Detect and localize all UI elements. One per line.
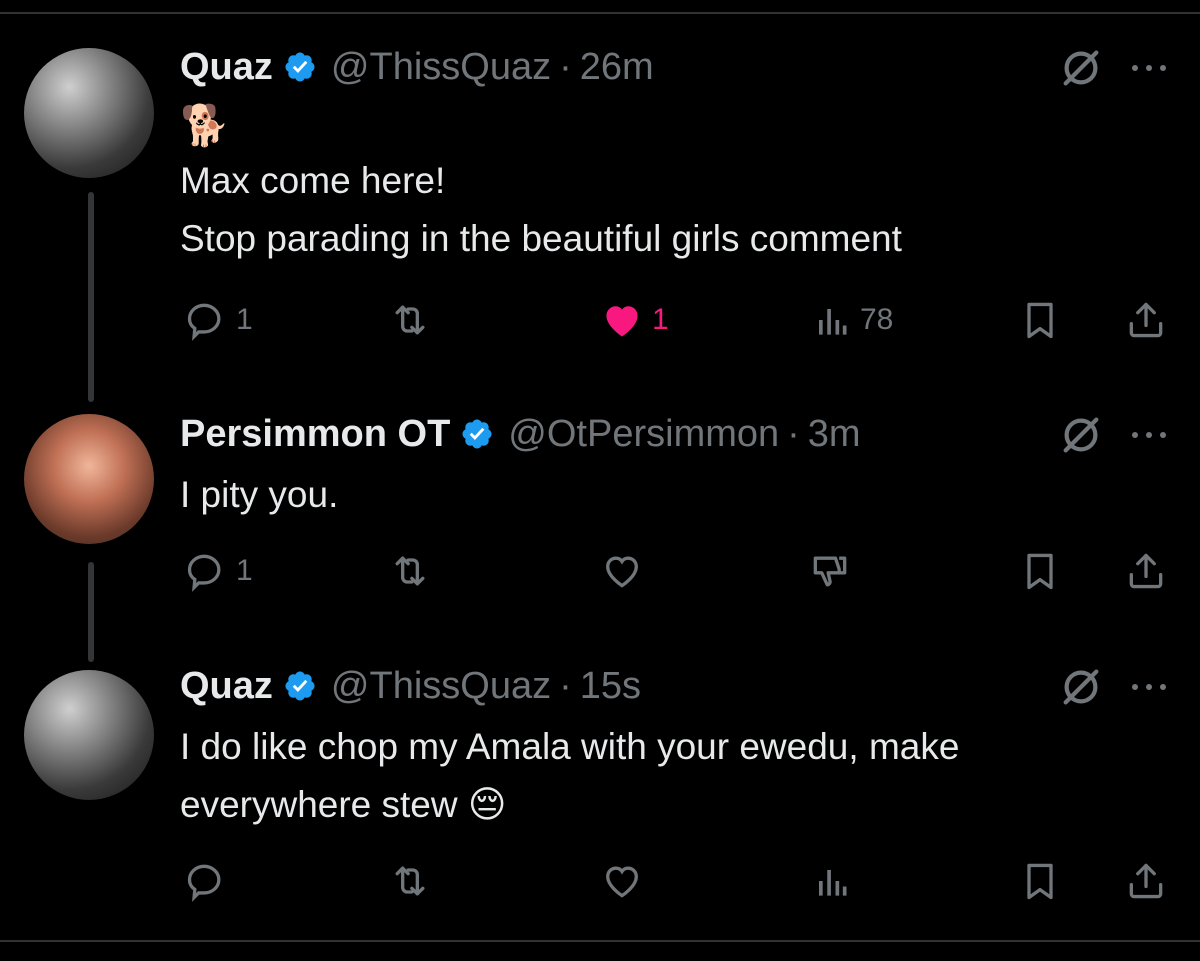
tweet-header: Quaz @ThissQuaz · 26m [180, 42, 654, 92]
heart-icon [606, 556, 638, 588]
heart-icon [606, 866, 638, 898]
share-icon [1129, 863, 1163, 899]
more-icon[interactable] [1126, 427, 1172, 443]
downvote-button[interactable] [808, 546, 852, 596]
bookmark-button[interactable] [1018, 295, 1062, 345]
handle[interactable]: @ThissQuaz [331, 46, 551, 89]
tweet-line: I do like chop my Amala with your ewedu,… [180, 726, 960, 767]
timestamp[interactable]: 3m [808, 413, 861, 456]
avatar[interactable] [24, 670, 154, 800]
bookmark-button[interactable] [1018, 856, 1062, 906]
display-name[interactable]: Quaz [180, 46, 273, 89]
repost-button[interactable] [388, 546, 432, 596]
repost-button[interactable] [388, 856, 432, 906]
reply-icon [187, 864, 221, 902]
share-button[interactable] [1124, 856, 1168, 906]
tweet-header: Quaz @ThissQuaz · 15s [180, 661, 641, 711]
bookmark-icon [1027, 302, 1053, 339]
share-button[interactable] [1124, 295, 1168, 345]
like-button[interactable]: 1 [600, 295, 669, 345]
tweet-text: I pity you. [180, 466, 338, 524]
avatar[interactable] [24, 414, 154, 544]
like-button[interactable] [600, 856, 644, 906]
tweet-text: 🐕 Max come here! Stop parading in the be… [180, 100, 902, 268]
views-icon [819, 870, 847, 896]
downvote-icon [813, 556, 847, 587]
display-name[interactable]: Quaz [180, 665, 273, 708]
reply-button[interactable] [184, 856, 228, 906]
verified-badge-icon [462, 419, 492, 449]
separator: · [559, 664, 572, 707]
tweet[interactable]: Quaz @ThissQuaz · 15s I do like chop my … [0, 660, 1200, 940]
display-name[interactable]: Persimmon OT [180, 413, 450, 456]
tweet-line: everywhere stew 😔 [180, 784, 507, 825]
views-button[interactable]: 78 [808, 295, 893, 345]
tweet-text: I do like chop my Amala with your ewedu,… [180, 718, 959, 834]
reply-count: 1 [236, 554, 253, 587]
timestamp[interactable]: 26m [580, 46, 654, 89]
dog-emoji: 🐕 [180, 104, 230, 148]
like-button[interactable] [600, 546, 644, 596]
tweet[interactable]: Persimmon OT @OtPersimmon · 3m I pity yo… [0, 400, 1200, 660]
action-bar: 1 [0, 546, 1200, 596]
reply-icon [187, 554, 221, 592]
share-button[interactable] [1124, 546, 1168, 596]
repost-icon [395, 556, 425, 586]
tweet-header: Persimmon OT @OtPersimmon · 3m [180, 409, 861, 459]
timestamp[interactable]: 15s [580, 665, 641, 708]
reply-button[interactable]: 1 [184, 295, 253, 345]
avatar[interactable] [24, 48, 154, 178]
bottom-divider [0, 940, 1200, 942]
bookmark-icon [1027, 553, 1053, 590]
verified-badge-icon [285, 52, 315, 82]
handle[interactable]: @ThissQuaz [331, 665, 551, 708]
heart-icon [606, 306, 638, 337]
repost-icon [395, 305, 425, 335]
more-icon[interactable] [1126, 679, 1172, 695]
separator: · [559, 45, 572, 88]
handle[interactable]: @OtPersimmon [508, 413, 779, 456]
more-icon[interactable] [1126, 60, 1172, 76]
reply-button[interactable]: 1 [184, 546, 253, 596]
grok-icon[interactable] [1058, 45, 1104, 91]
bookmark-icon [1027, 863, 1053, 900]
bookmark-button[interactable] [1018, 546, 1062, 596]
grok-icon[interactable] [1058, 664, 1104, 710]
repost-icon [395, 866, 425, 896]
action-bar [0, 856, 1200, 906]
verified-badge-icon [285, 671, 315, 701]
share-icon [1129, 553, 1163, 589]
views-icon [819, 309, 847, 335]
share-icon [1129, 302, 1163, 338]
action-bar: 1 1 78 [0, 295, 1200, 345]
tweet[interactable]: Quaz @ThissQuaz · 26m 🐕 Max come here! S… [0, 0, 1200, 400]
grok-icon[interactable] [1058, 412, 1104, 458]
like-count: 1 [652, 303, 669, 336]
reply-count: 1 [236, 303, 253, 336]
repost-button[interactable] [388, 295, 432, 345]
reply-icon [187, 303, 221, 341]
tweet-line: Stop parading in the beautiful girls com… [180, 218, 902, 259]
views-button[interactable] [808, 856, 852, 906]
tweet-line: Max come here! [180, 160, 446, 201]
view-count: 78 [860, 303, 894, 336]
separator: · [787, 412, 800, 455]
tweet-line: I pity you. [180, 474, 339, 515]
